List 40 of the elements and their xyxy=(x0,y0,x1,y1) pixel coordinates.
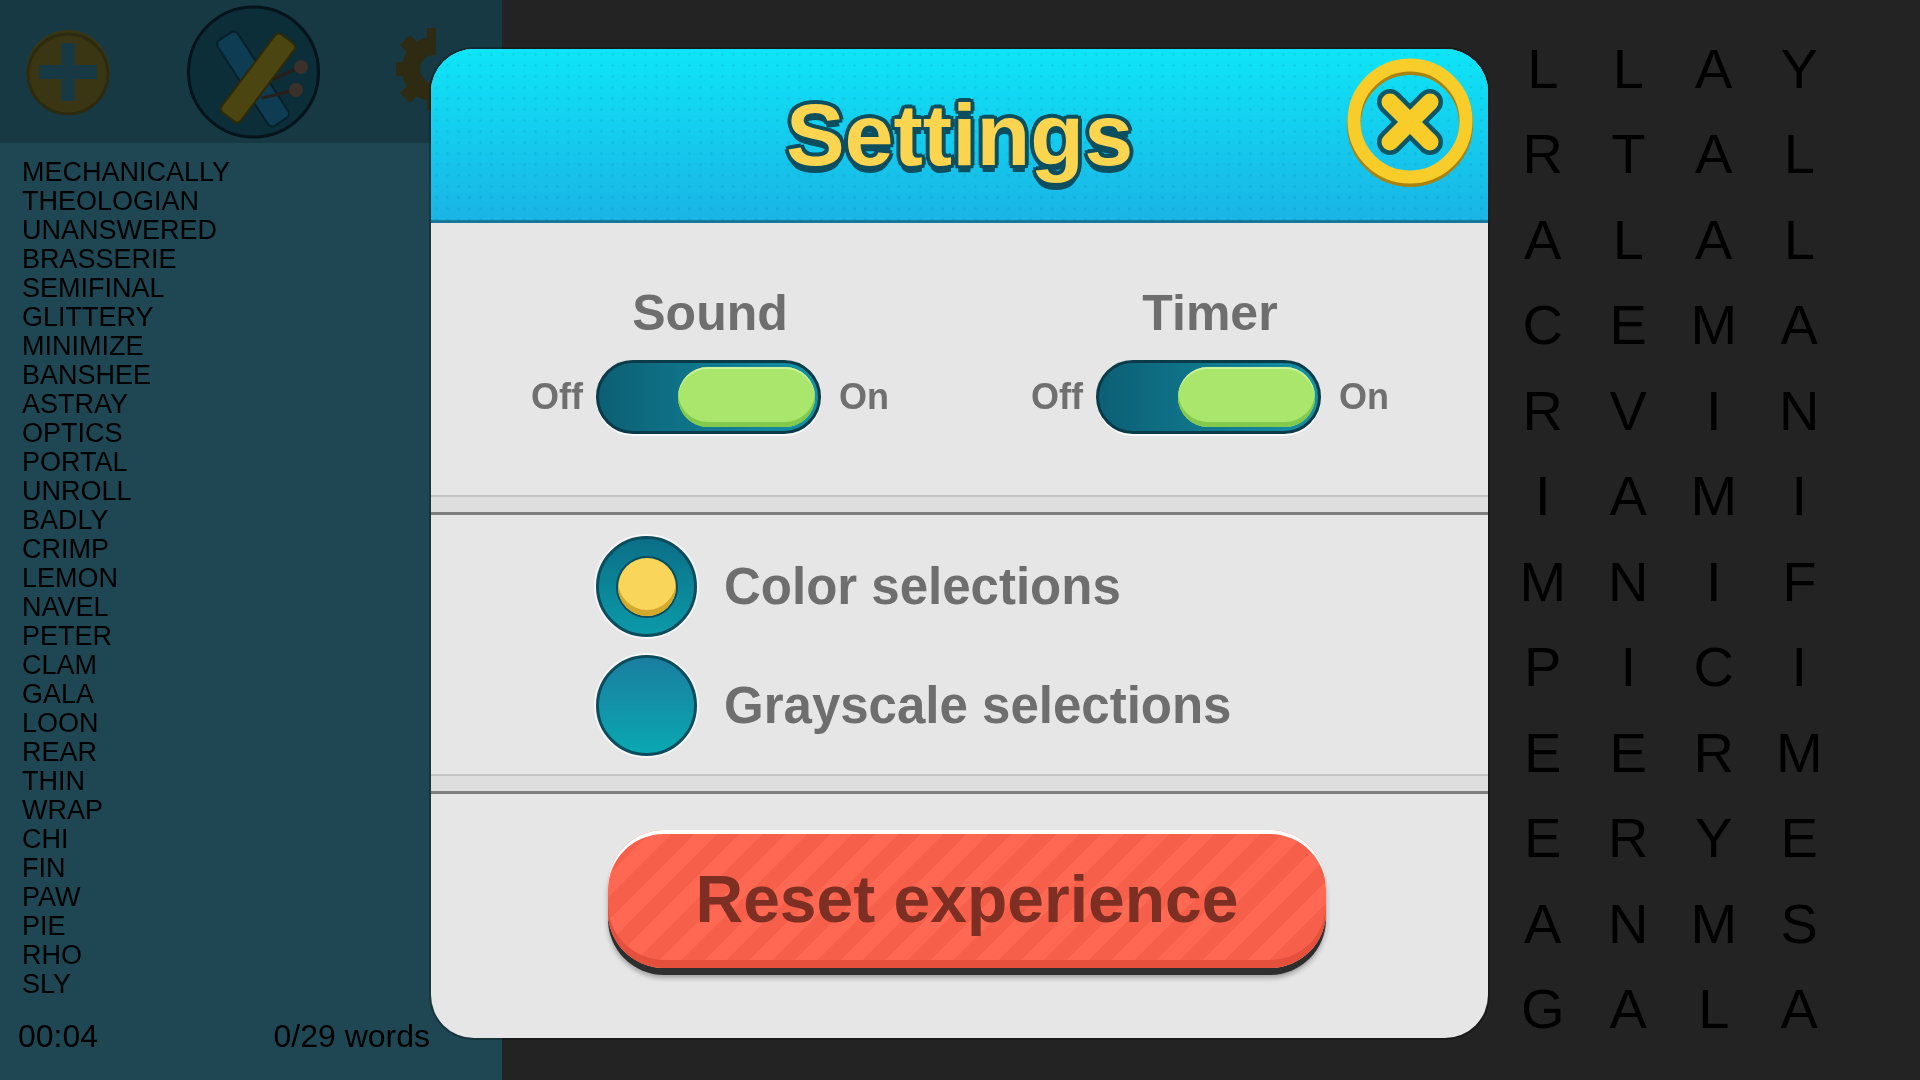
word-list-item: BADLY xyxy=(22,506,109,535)
on-label: On xyxy=(839,377,889,417)
toggle-label: Timer xyxy=(1142,284,1278,343)
word-list-item: GLITTERY xyxy=(22,303,154,332)
word-list-item: LOON xyxy=(22,709,99,738)
word-list-item: FIN xyxy=(22,854,66,883)
word-list-item: CHI xyxy=(22,825,69,854)
word-list-item: NAVEL xyxy=(22,593,109,622)
off-label: Off xyxy=(1031,377,1083,417)
progress-text: 0/29 words xyxy=(273,1018,430,1054)
word-list-item: WRAP xyxy=(22,796,103,825)
word-list-item: UNROLL xyxy=(22,477,132,506)
word-list-item: THIN xyxy=(22,767,85,796)
word-list-item: UNANSWERED xyxy=(22,216,217,245)
timer-text: 00:04 xyxy=(18,1018,99,1054)
toggle-label: Sound xyxy=(632,284,788,343)
word-list-item: RHO xyxy=(22,941,82,970)
word-list-item: MINIMIZE xyxy=(22,332,144,361)
word-list-item: REAR xyxy=(22,738,97,767)
word-list-item: ASTRAY xyxy=(22,390,129,419)
close-button[interactable] xyxy=(1345,57,1475,187)
off-label: Off xyxy=(531,377,583,417)
word-list-item: PORTAL xyxy=(22,448,128,477)
on-label: On xyxy=(1339,377,1389,417)
word-list-item: SLY xyxy=(22,970,72,999)
word-list-item: BRASSERIE xyxy=(22,245,177,274)
word-list-item: PETER xyxy=(22,622,113,651)
word-list-item: PAW xyxy=(22,883,81,912)
word-list-item: OPTICS xyxy=(22,419,123,448)
radio-label[interactable]: Grayscale selections xyxy=(724,675,1232,736)
word-list-item: SEMIFINAL xyxy=(22,274,165,303)
word-list-item: CRIMP xyxy=(22,535,109,564)
radio-label[interactable]: Color selections xyxy=(724,556,1121,617)
word-list-item: GALA xyxy=(22,680,95,709)
word-list-item: MECHANICALLY xyxy=(22,158,231,187)
word-list-item: BANSHEE xyxy=(22,361,152,390)
word-list-item: CLAM xyxy=(22,651,97,680)
word-list-item: PIE xyxy=(22,912,66,941)
word-list-item: LEMON xyxy=(22,564,119,593)
word-list-item: THEOLOGIAN xyxy=(22,187,200,216)
